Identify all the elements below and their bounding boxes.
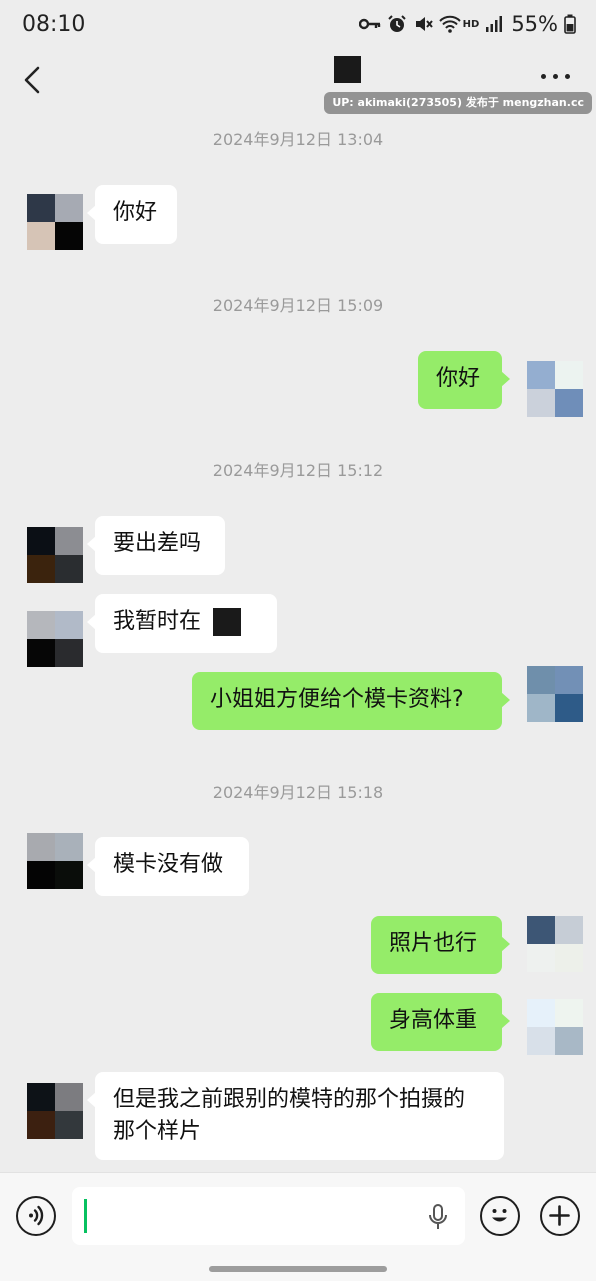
status-time: 08:10 — [22, 12, 86, 37]
message-input-bar — [0, 1172, 596, 1281]
status-bar: 08:10 HD 55% — [0, 0, 596, 52]
redacted-location — [213, 608, 242, 636]
contact-avatar[interactable] — [27, 527, 83, 583]
voice-button[interactable] — [16, 1196, 56, 1236]
sent-message[interactable]: 身高体重 — [371, 993, 510, 1051]
received-message[interactable]: 你好 — [87, 185, 177, 244]
received-message[interactable]: 模卡没有做 — [87, 837, 249, 896]
more-icon[interactable] — [541, 74, 570, 79]
mute-icon — [415, 17, 433, 31]
message-input[interactable] — [72, 1187, 465, 1245]
signal-icon — [486, 16, 503, 32]
received-message[interactable]: 要出差吗 — [87, 516, 225, 575]
message-text: 我暂时在 — [113, 609, 202, 634]
received-message[interactable]: 我暂时在 — [87, 594, 277, 653]
plus-icon — [549, 1205, 570, 1226]
timestamp: 2024年9月12日 13:04 — [212, 130, 384, 149]
emoji-button[interactable] — [480, 1196, 520, 1236]
received-message[interactable]: 但是我之前跟别的模特的那个拍摄的那个样片 — [87, 1072, 504, 1160]
home-indicator[interactable] — [209, 1266, 387, 1272]
redacted-contact-name — [334, 56, 361, 83]
voice-icon — [29, 1205, 44, 1226]
timestamp: 2024年9月12日 15:09 — [212, 296, 384, 315]
alarm-icon — [387, 15, 406, 32]
battery-percent: 55% — [511, 12, 558, 36]
back-arrow-icon[interactable] — [18, 62, 54, 98]
sent-message[interactable]: 照片也行 — [371, 916, 510, 974]
text-caret — [84, 1199, 87, 1233]
my-avatar[interactable] — [527, 666, 583, 722]
sent-message[interactable]: 小姐姐方便给个模卡资料? — [192, 672, 510, 730]
contact-avatar[interactable] — [27, 1083, 83, 1139]
my-avatar[interactable] — [527, 916, 583, 972]
watermark: UP: akimaki(273505) 发布于 mengzhan.cc — [324, 92, 592, 114]
key-icon — [358, 18, 380, 30]
timestamp: 2024年9月12日 15:18 — [212, 783, 384, 802]
mic-icon[interactable] — [427, 1203, 449, 1231]
my-avatar[interactable] — [527, 361, 583, 417]
plus-button[interactable] — [540, 1196, 580, 1236]
sent-message[interactable]: 你好 — [418, 351, 510, 409]
contact-avatar[interactable] — [27, 194, 83, 250]
contact-avatar[interactable] — [27, 611, 83, 667]
emoji-icon — [492, 1209, 507, 1222]
wifi-icon — [438, 15, 461, 33]
network-label: HD — [462, 18, 480, 30]
status-icons: HD 55% — [358, 12, 576, 36]
my-avatar[interactable] — [527, 999, 583, 1055]
contact-avatar[interactable] — [27, 833, 83, 889]
battery-icon — [564, 14, 576, 34]
timestamp: 2024年9月12日 15:12 — [212, 461, 384, 480]
